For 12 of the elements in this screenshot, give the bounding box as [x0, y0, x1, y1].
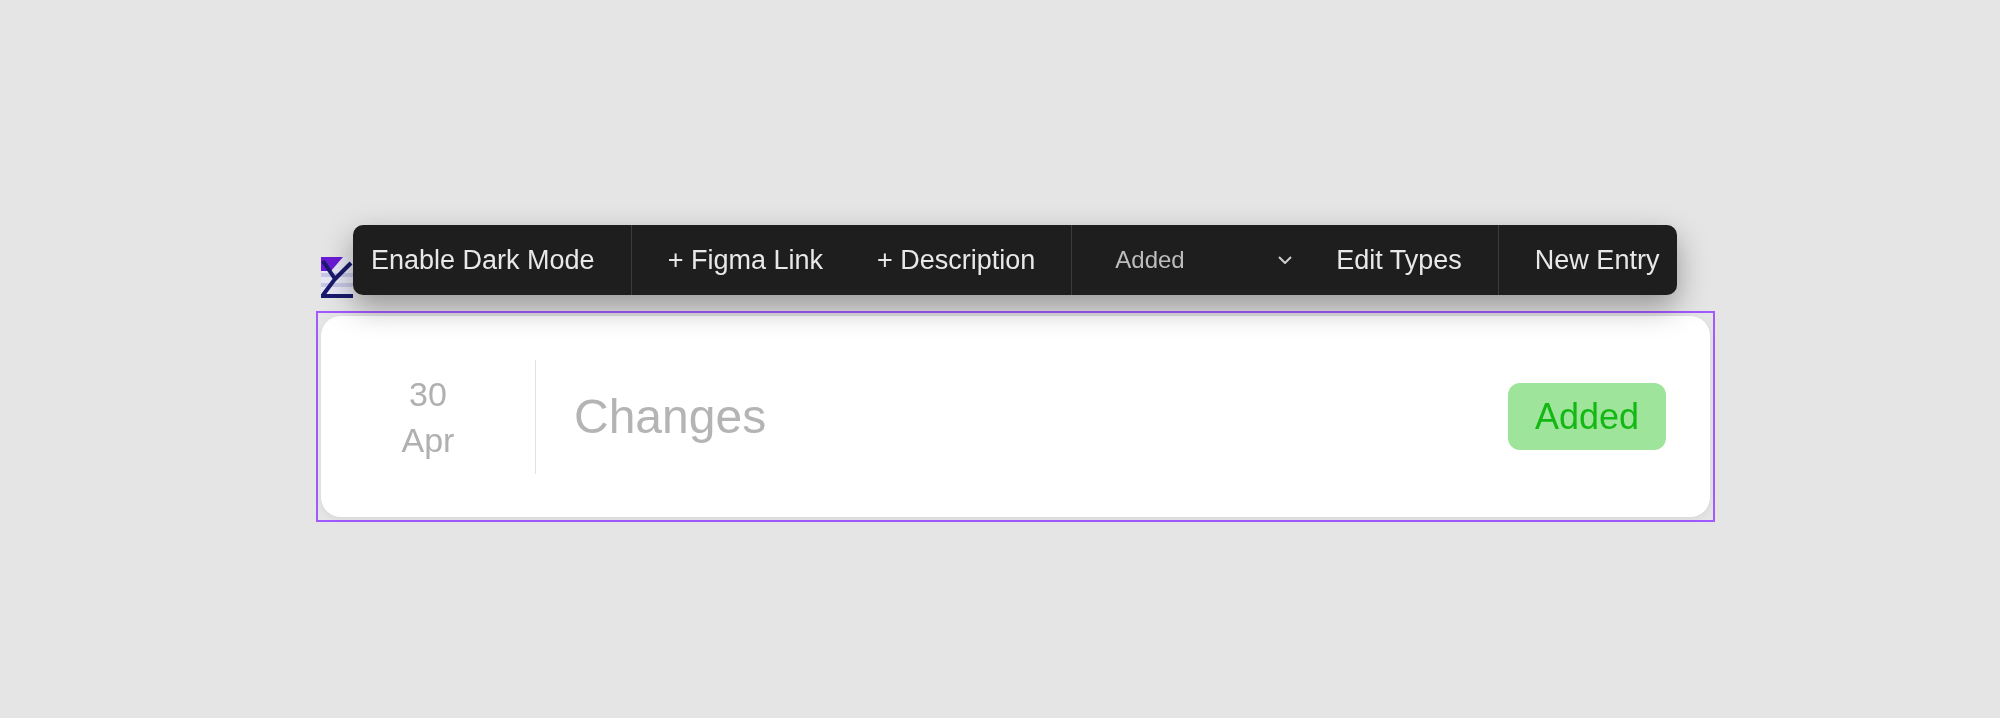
stripes-icon — [321, 257, 353, 298]
entry-title: Changes — [573, 388, 767, 445]
type-tag: Added — [1507, 383, 1666, 450]
date-day: 30 — [409, 370, 447, 417]
chevron-down-icon — [1278, 256, 1293, 264]
toolbar-button[interactable]: + Figma Link — [649, 225, 841, 295]
type-dropdown[interactable]: Added — [1090, 225, 1301, 295]
date-month: Apr — [401, 419, 455, 461]
toolbar-button[interactable]: Edit Types — [1318, 225, 1480, 295]
toolbar-button[interactable]: + Description — [858, 225, 1054, 295]
toolbar-button[interactable]: Enable Dark Mode — [353, 225, 613, 295]
toolbar-button[interactable]: New Entry — [1516, 225, 1678, 295]
